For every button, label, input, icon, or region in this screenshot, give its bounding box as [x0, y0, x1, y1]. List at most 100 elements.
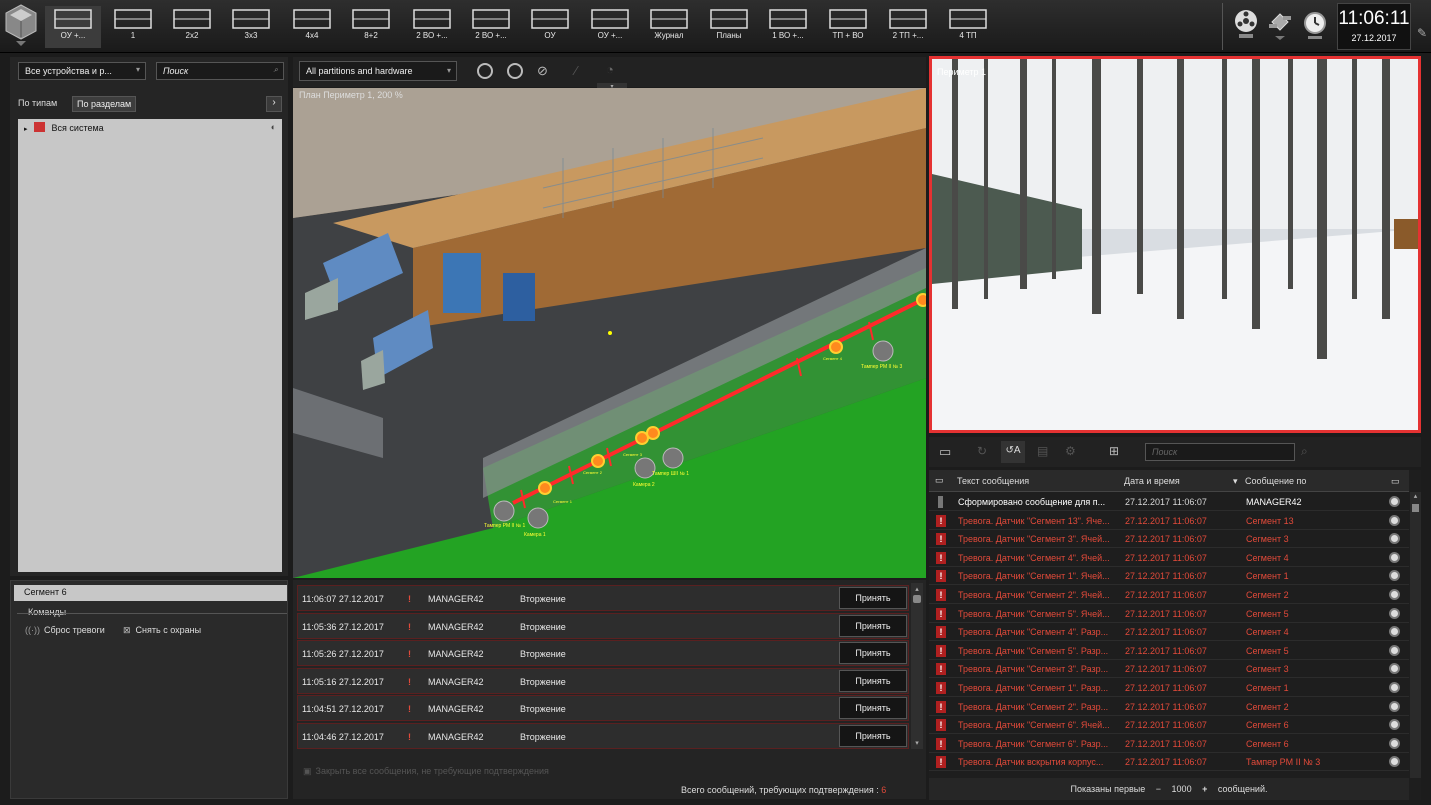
columns-icon[interactable]: ⊞ — [1109, 444, 1119, 458]
accept-button[interactable]: Принять — [839, 697, 907, 720]
device-search-input[interactable]: Поиск ⌕ — [156, 62, 284, 80]
layout-button[interactable]: 2 ВО +... — [404, 6, 460, 48]
layout-button[interactable]: 4x4 — [284, 6, 340, 48]
message-row[interactable]: ! Тревога. Датчик "Сегмент 3". Разр... 27.… — [929, 660, 1409, 679]
devices-dropdown[interactable]: Все устройства и р... ▾ — [18, 62, 146, 80]
alarm-event-row[interactable]: 11:06:07 27.12.2017! MANAGER42 Вторжение Пр… — [297, 585, 909, 611]
message-row[interactable]: ! Тревога. Датчик вскрытия корпус... 27.12… — [929, 753, 1409, 772]
arm-button[interactable] — [477, 63, 493, 79]
tab-by-types[interactable]: По типам — [18, 98, 57, 108]
save-icon[interactable]: ▤ — [1037, 444, 1048, 458]
accept-button[interactable]: Принять — [839, 725, 907, 747]
layout-custom-icon — [45, 9, 101, 29]
message-row[interactable]: ! Тревога. Датчик "Сегмент 3". Ячей... 27.… — [929, 530, 1409, 549]
message-row[interactable]: ! Тревога. Датчик "Сегмент 1". Ячей... 27.… — [929, 567, 1409, 586]
auto-scroll-toggle[interactable]: ↺A — [1001, 441, 1025, 463]
filter-icon[interactable]: ⚙ — [1065, 444, 1076, 458]
message-row[interactable]: ! Тревога. Датчик "Сегмент 4". Ячей... 27.… — [929, 549, 1409, 567]
tab-by-sections[interactable]: По разделам — [72, 96, 137, 112]
camera-view[interactable]: Периметр 1 — [929, 56, 1421, 433]
message-row[interactable]: ! Тревога. Датчик "Сегмент 4". Разр... 27.… — [929, 623, 1409, 642]
search-icon[interactable]: ⌕ — [1301, 444, 1308, 459]
message-row[interactable]: ! Тревога. Датчик "Сегмент 2". Разр... 27.… — [929, 698, 1409, 716]
alarm-icon: ! — [936, 589, 946, 601]
layout-label: ОУ +... — [597, 31, 623, 40]
accept-button[interactable]: Принять — [839, 587, 907, 609]
accept-button[interactable]: Принять — [839, 642, 907, 665]
accept-button[interactable]: Принять — [839, 669, 907, 692]
alarm-clock-icon[interactable] — [1302, 9, 1328, 46]
messages-search-input[interactable]: Поиск — [1145, 443, 1295, 461]
site-plan-map[interactable]: План Периметр 1, 200 % Тампер РМ II № 1 … — [293, 88, 926, 578]
alarm-event-row[interactable]: 11:04:46 27.12.2017! MANAGER42 Вторжение Пр… — [297, 723, 909, 749]
alarm-event-row[interactable]: 11:05:36 27.12.2017! MANAGER42 Вторжение Пр… — [297, 612, 909, 639]
sort-desc-icon: ▾ — [1233, 476, 1238, 486]
layout-2tp-icon — [880, 9, 936, 29]
layout-button[interactable]: 8+2 — [343, 6, 399, 48]
layout-button[interactable]: ОУ +... — [582, 6, 638, 48]
decrease-count-button[interactable]: − — [1156, 784, 1161, 794]
layout-button[interactable]: 2 ТП +... — [880, 6, 936, 48]
layout-button[interactable]: Планы — [701, 6, 757, 48]
message-row[interactable]: ! Тревога. Датчик "Сегмент 1". Разр... 27.… — [929, 679, 1409, 697]
increase-count-button[interactable]: + — [1202, 784, 1207, 794]
gauge-icon[interactable]: ◔ — [606, 62, 614, 77]
alarm-icon: ! — [936, 700, 946, 713]
layout-button[interactable]: 3x3 — [223, 6, 279, 48]
reset-alarm-command[interactable]: ((·)) Сброс тревоги — [25, 625, 105, 635]
disarm-command[interactable]: ⊠ Снять с охраны — [123, 625, 201, 636]
message-row[interactable]: ! Тревога. Датчик "Сегмент 5". Разр... 27.… — [929, 642, 1409, 660]
layout-ou-icon — [522, 9, 578, 29]
layout-button[interactable]: ТП + ВО — [820, 6, 876, 48]
wand-icon[interactable]: ⁄ — [575, 63, 577, 78]
message-date: 27.12.2017 11:06:07 — [1125, 590, 1207, 600]
film-reel-icon[interactable] — [1233, 8, 1259, 45]
message-source: Сегмент 1 — [1246, 571, 1289, 582]
message-date: 27.12.2017 11:06:07 — [1125, 571, 1207, 582]
message-date: 27.12.2017 11:06:07 — [1125, 627, 1207, 638]
disarm-button[interactable] — [507, 63, 523, 79]
monitor-icon[interactable]: ▭ — [939, 444, 951, 460]
event-type: Вторжение — [520, 594, 566, 604]
alarm-icon: ! — [936, 551, 946, 564]
message-row[interactable]: ! Тревога. Датчик "Сегмент 13". Яче... 27.… — [929, 512, 1409, 530]
chevron-right-icon[interactable]: › — [266, 96, 282, 112]
message-row[interactable]: Сформировано сообщение для п... 27.12.201… — [929, 493, 1409, 511]
message-row[interactable]: ! Тревога. Датчик "Сегмент 6". Ячей... 27.… — [929, 716, 1409, 735]
layout-button[interactable]: 2 ВО +... — [463, 6, 519, 48]
layout-button[interactable]: ОУ — [522, 6, 578, 48]
events-scrollbar[interactable]: ▴ ▾ — [911, 583, 923, 749]
alarm-icon: ! — [936, 644, 946, 657]
close-all-messages-button[interactable]: ▣ Закрыть все сообщения, не требующие под… — [303, 766, 549, 777]
message-count[interactable]: 1000 — [1172, 784, 1192, 794]
layout-button[interactable]: 1 — [105, 6, 161, 48]
messages-scrollbar[interactable]: ▴ — [1410, 492, 1421, 778]
message-source: Сегмент 6 — [1246, 720, 1289, 731]
column-message-text[interactable]: Текст сообщения — [957, 476, 1029, 486]
message-date: 27.12.2017 11:06:07 — [1125, 552, 1207, 563]
message-text: Сформировано сообщение для п... — [958, 497, 1106, 507]
column-source[interactable]: Сообщение по — [1245, 476, 1306, 486]
layout-button[interactable]: 4 ТП — [940, 6, 996, 48]
message-row[interactable]: ! Тревога. Датчик "Сегмент 6". Разр... 27.… — [929, 735, 1409, 753]
bypass-icon[interactable]: ⊘ — [537, 63, 553, 79]
layout-button[interactable]: ОУ +... — [45, 6, 101, 48]
layout-label: 8+2 — [364, 31, 378, 40]
layout-button[interactable]: Журнал — [641, 6, 697, 48]
tree-item-root[interactable]: ▸ Вся система ◐ — [18, 119, 282, 136]
alarm-event-row[interactable]: 11:05:26 27.12.2017! MANAGER42 Вторжение Пр… — [297, 640, 909, 667]
expand-arrow-icon[interactable]: ▸ — [24, 126, 28, 133]
message-row[interactable]: ! Тревога. Датчик "Сегмент 2". Ячей... 27.… — [929, 586, 1409, 604]
pin-icon[interactable]: ✎ — [1417, 26, 1427, 40]
alarm-event-row[interactable]: 11:04:51 27.12.2017! MANAGER42 Вторжение Пр… — [297, 695, 909, 722]
sensor-icon — [1389, 719, 1400, 731]
column-date-time[interactable]: Дата и время — [1124, 476, 1180, 486]
layout-button[interactable]: 1 ВО +... — [760, 6, 816, 48]
accept-button[interactable]: Принять — [839, 614, 907, 637]
satellite-icon[interactable] — [1267, 10, 1293, 45]
partitions-dropdown[interactable]: All partitions and hardware ▾ — [299, 61, 457, 81]
layout-button[interactable]: 2x2 — [164, 6, 220, 48]
refresh-icon[interactable]: ↻ — [977, 444, 987, 458]
message-row[interactable]: ! Тревога. Датчик "Сегмент 5". Ячей... 27.… — [929, 605, 1409, 623]
alarm-event-row[interactable]: 11:05:16 27.12.2017! MANAGER42 Вторжение Пр… — [297, 667, 909, 694]
